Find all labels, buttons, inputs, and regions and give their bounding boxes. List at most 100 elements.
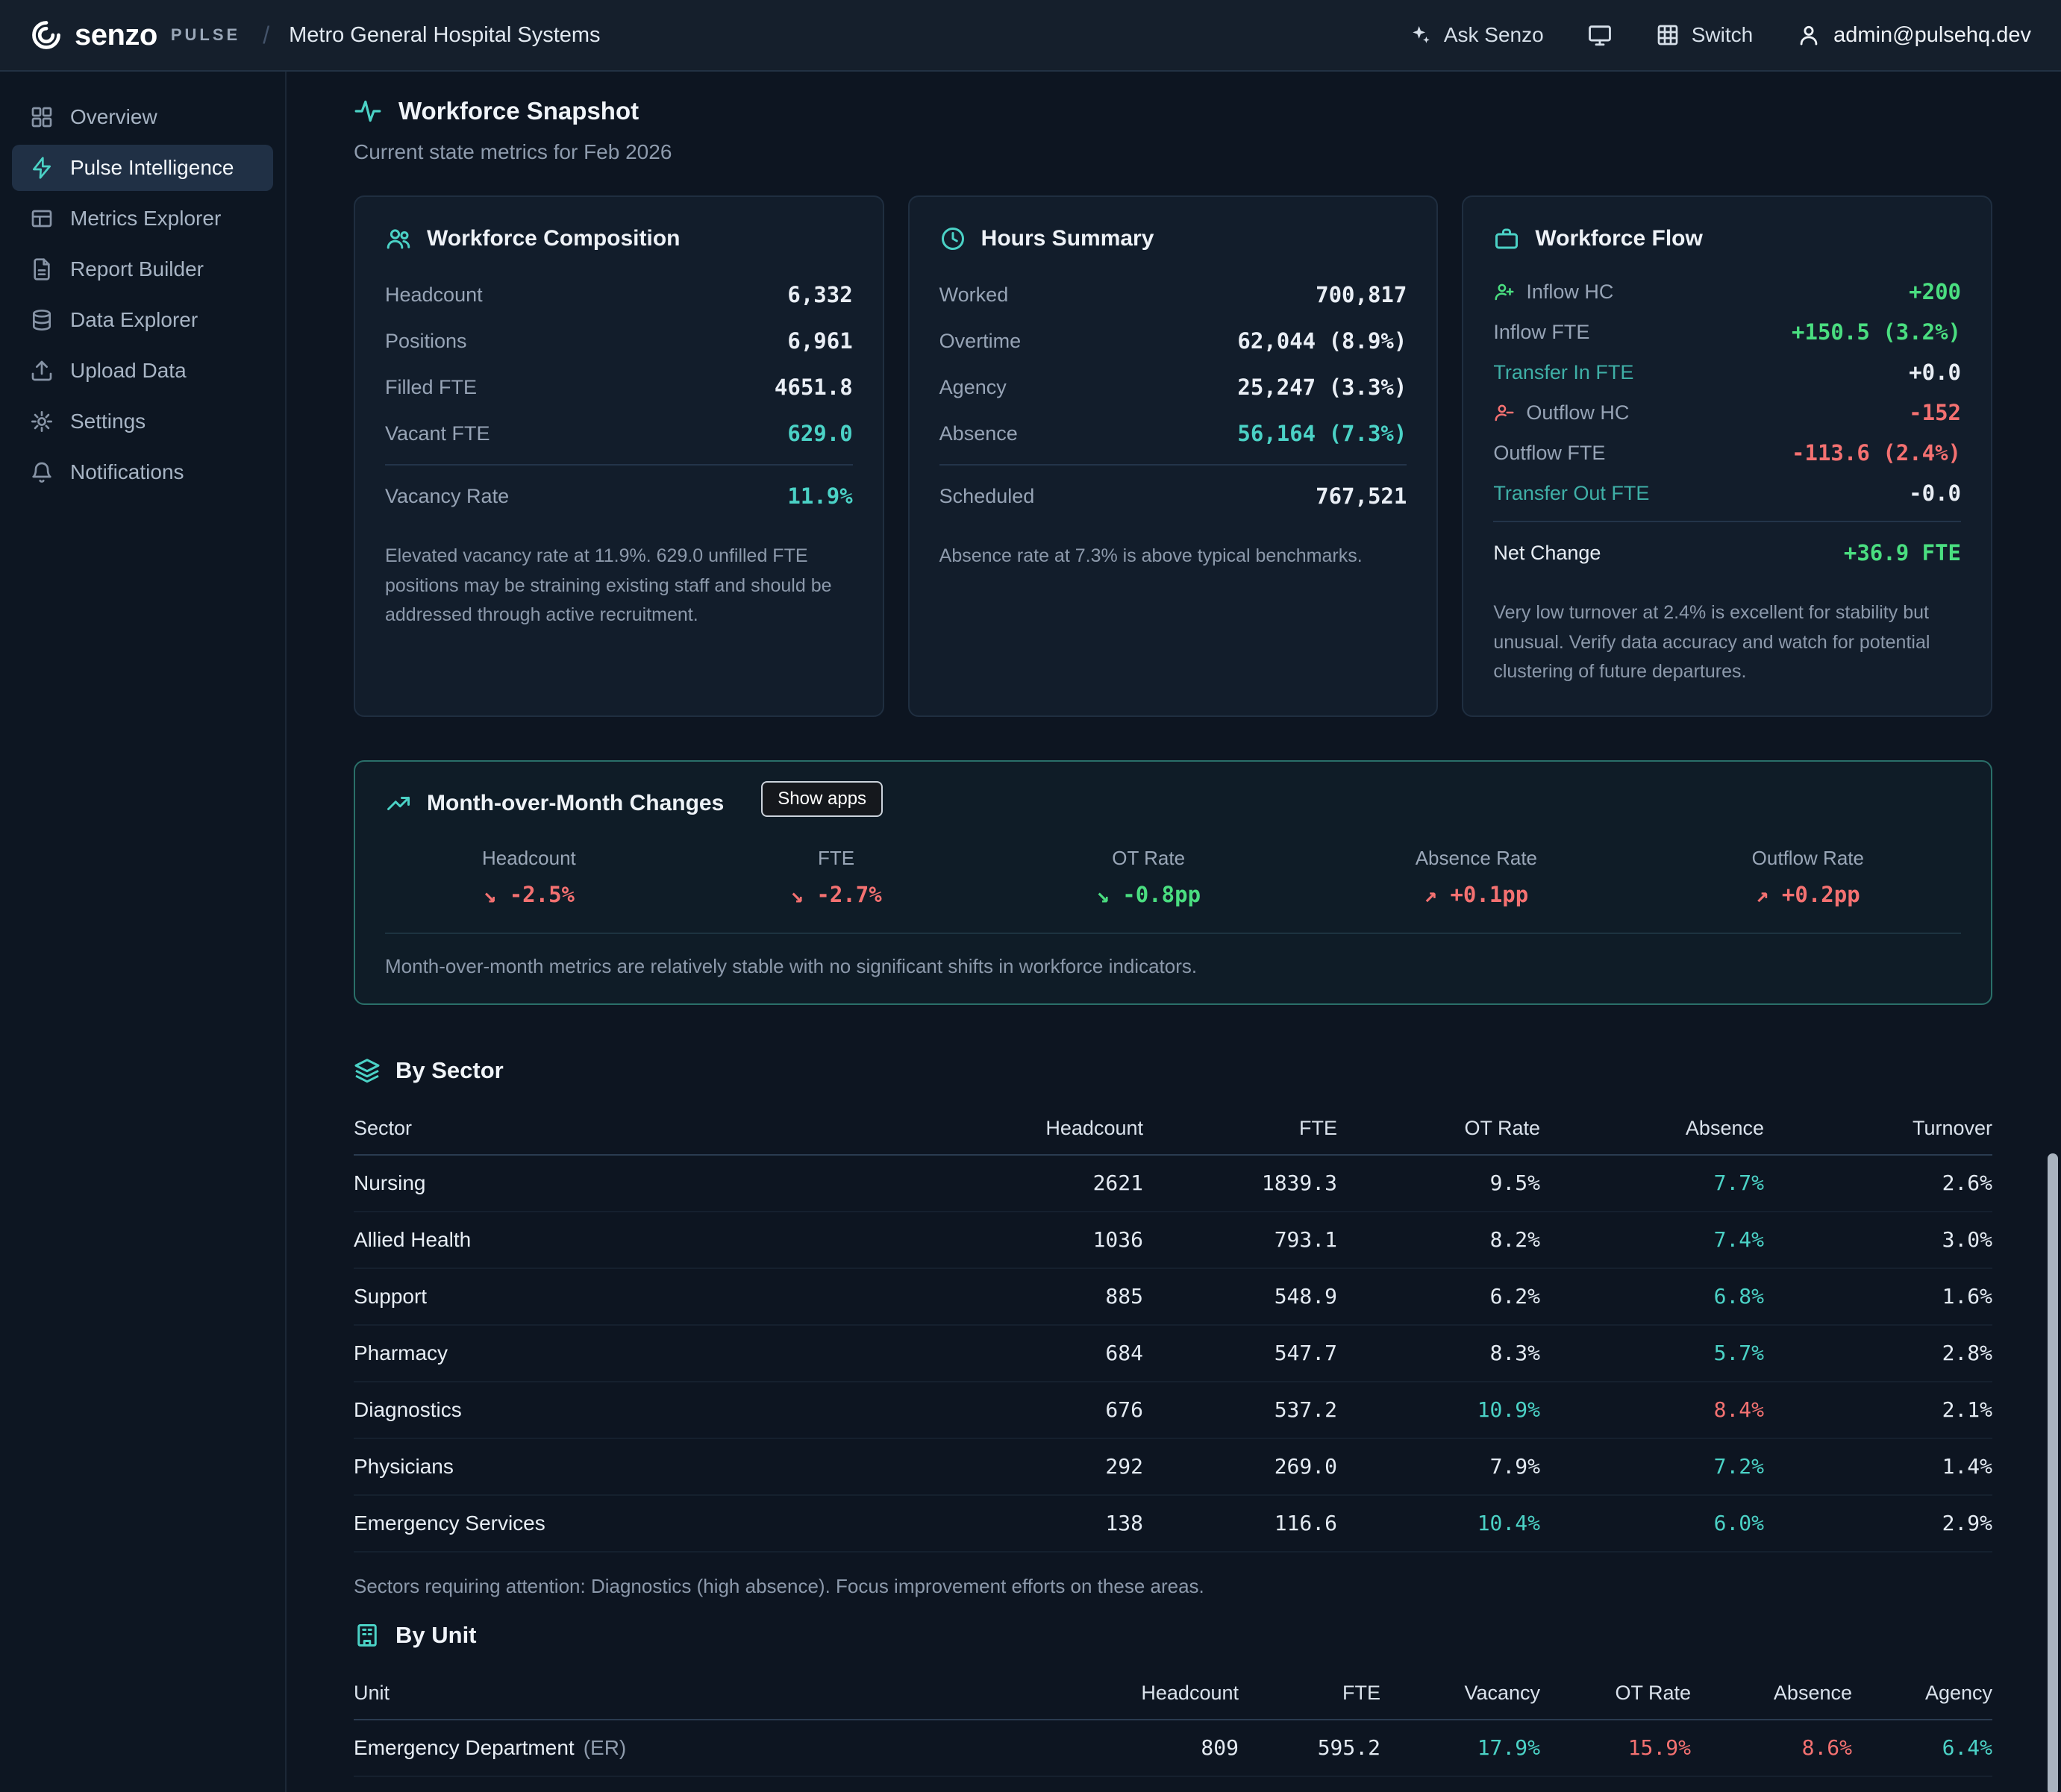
metric-row-outflow-hc: Outflow HC -152 — [1493, 392, 1961, 433]
card-title: Hours Summary — [981, 226, 1154, 251]
clock-icon — [939, 225, 966, 252]
trend-arrow: ↗ — [1756, 882, 1768, 907]
metric-row: Agency 25,247 (3.3%) — [939, 364, 1407, 410]
sidebar-item-metrics-explorer[interactable]: Metrics Explorer — [12, 195, 273, 242]
user-plus-icon — [1493, 281, 1516, 303]
user-email: admin@pulsehq.dev — [1833, 23, 2031, 48]
grid-icon — [30, 105, 54, 129]
metric-row: Headcount 6,332 — [385, 272, 853, 318]
mom-item-headcount: Headcount ↘ -2.5% — [482, 847, 576, 907]
sidebar-item-label: Metrics Explorer — [70, 207, 221, 231]
sidebar-item-label: Data Explorer — [70, 308, 198, 332]
metric-row-net-change: Net Change +36.9 FTE — [1493, 521, 1961, 576]
card-title: Workforce Flow — [1535, 226, 1702, 251]
document-icon — [30, 257, 54, 281]
metric-row: Transfer In FTE +0.0 — [1493, 352, 1961, 392]
sidebar-item-data-explorer[interactable]: Data Explorer — [12, 297, 273, 343]
trending-up-icon — [385, 790, 412, 817]
sidebar-item-report-builder[interactable]: Report Builder — [12, 246, 273, 292]
card-note: Absence rate at 7.3% is above typical be… — [939, 542, 1407, 571]
metric-row: Positions 6,961 — [385, 318, 853, 364]
metric-row-inflow-hc: Inflow HC +200 — [1493, 272, 1961, 312]
metric-row: Absence 56,164 (7.3%) — [939, 410, 1407, 457]
sidebar-item-label: Pulse Intelligence — [70, 156, 234, 180]
database-icon — [30, 308, 54, 332]
main-content: Workforce Snapshot Current state metrics… — [287, 72, 2061, 1792]
upload-icon — [30, 359, 54, 383]
sidebar-item-notifications[interactable]: Notifications — [12, 449, 273, 495]
grid-table-icon — [1656, 23, 1680, 47]
switch-label: Switch — [1692, 23, 1753, 47]
trend-arrow: ↘ — [790, 882, 803, 907]
brand-logo[interactable]: senzo PULSE — [30, 19, 240, 52]
topbar: senzo PULSE / Metro General Hospital Sys… — [0, 0, 2061, 72]
sidebar: Overview Pulse Intelligence Metrics Expl… — [0, 72, 287, 1792]
ask-senzo-button[interactable]: Ask Senzo — [1408, 23, 1544, 47]
metric-row: Transfer Out FTE -0.0 — [1493, 473, 1961, 513]
metric-row-vacancy-rate: Vacancy Rate 11.9% — [385, 464, 853, 519]
sidebar-item-pulse-intelligence[interactable]: Pulse Intelligence — [12, 145, 273, 191]
brand-suffix: PULSE — [171, 25, 240, 45]
card-title: Workforce Composition — [427, 226, 680, 251]
sidebar-item-upload-data[interactable]: Upload Data — [12, 348, 273, 394]
sector-table: Sector Headcount FTE OT Rate Absence Tur… — [354, 1103, 1992, 1603]
switch-button[interactable]: Switch — [1656, 23, 1753, 47]
sidebar-item-label: Settings — [70, 410, 146, 433]
layers-icon — [354, 1057, 381, 1084]
page-subtitle: Current state metrics for Feb 2026 — [354, 140, 1992, 164]
card-note: Elevated vacancy rate at 11.9%. 629.0 un… — [385, 542, 853, 630]
table-row: Pharmacy 684 547.7 8.3% 5.7% 2.8% — [354, 1326, 1992, 1382]
users-icon — [385, 225, 412, 252]
mom-item-outflow-rate: Outflow Rate ↗ +0.2pp — [1752, 847, 1864, 907]
metric-row: Overtime 62,044 (8.9%) — [939, 318, 1407, 364]
trend-arrow: ↘ — [484, 882, 496, 907]
sidebar-item-overview[interactable]: Overview — [12, 94, 273, 140]
user-minus-icon — [1493, 401, 1516, 424]
mom-item-fte: FTE ↘ -2.7% — [790, 847, 881, 907]
table-row: Emergency Department(ER) 809 595.2 17.9%… — [354, 1720, 1992, 1777]
bell-icon — [30, 460, 54, 484]
breadcrumb-separator: / — [263, 22, 269, 49]
table-icon — [30, 207, 54, 231]
month-over-month-card: Month-over-Month Changes Show apps Headc… — [354, 760, 1992, 1005]
sector-table-header: Sector Headcount FTE OT Rate Absence Tur… — [354, 1103, 1992, 1156]
table-row: Support 885 548.9 6.2% 6.8% 1.6% — [354, 1269, 1992, 1326]
sidebar-item-settings[interactable]: Settings — [12, 398, 273, 445]
table-row: Nursing 2621 1839.3 9.5% 7.7% 2.6% — [354, 1156, 1992, 1212]
table-row: Intensive Care Unit(ICU) 645 478.1 18.0%… — [354, 1777, 1992, 1792]
table-row: Allied Health 1036 793.1 8.2% 7.4% 3.0% — [354, 1212, 1992, 1269]
sidebar-item-label: Overview — [70, 105, 157, 129]
table-row: Physicians 292 269.0 7.9% 7.2% 1.4% — [354, 1439, 1992, 1496]
bolt-icon — [30, 156, 54, 180]
activity-icon — [354, 97, 382, 125]
mom-item-absence-rate: Absence Rate ↗ +0.1pp — [1416, 847, 1537, 907]
sidebar-item-label: Notifications — [70, 460, 184, 484]
page-title: Workforce Snapshot — [398, 97, 639, 125]
by-sector-title: By Sector — [395, 1057, 504, 1084]
table-row: Diagnostics 676 537.2 10.9% 8.4% 2.1% — [354, 1382, 1992, 1439]
trend-arrow: ↘ — [1096, 882, 1109, 907]
brand-name: senzo — [75, 19, 157, 52]
metric-row: Worked 700,817 — [939, 272, 1407, 318]
breadcrumb-org: Metro General Hospital Systems — [289, 23, 600, 48]
mom-title: Month-over-Month Changes — [427, 791, 724, 816]
hours-summary-card: Hours Summary Worked 700,817 Overtime 62… — [908, 195, 1439, 717]
sector-note: Sectors requiring attention: Diagnostics… — [354, 1553, 1992, 1603]
mom-item-ot-rate: OT Rate ↘ -0.8pp — [1096, 847, 1201, 907]
card-note: Very low turnover at 2.4% is excellent f… — [1493, 598, 1961, 687]
sidebar-item-label: Report Builder — [70, 257, 204, 281]
briefcase-icon — [1493, 225, 1520, 252]
vertical-scrollbar-thumb[interactable] — [2048, 1153, 2058, 1792]
show-apps-button[interactable]: Show apps — [761, 781, 883, 817]
by-unit-title: By Unit — [395, 1622, 477, 1649]
mom-note: Month-over-month metrics are relatively … — [385, 933, 1961, 978]
table-row: Emergency Services 138 116.6 10.4% 6.0% … — [354, 1496, 1992, 1553]
building-icon — [354, 1622, 381, 1649]
user-menu[interactable]: admin@pulsehq.dev — [1796, 22, 2031, 48]
unit-table: Unit Headcount FTE Vacancy OT Rate Absen… — [354, 1668, 1992, 1792]
metric-row: Inflow FTE +150.5 (3.2%) — [1493, 312, 1961, 352]
user-icon — [1796, 22, 1821, 48]
trend-arrow: ↗ — [1424, 882, 1437, 907]
metric-row-scheduled: Scheduled 767,521 — [939, 464, 1407, 519]
display-button[interactable] — [1587, 22, 1613, 48]
